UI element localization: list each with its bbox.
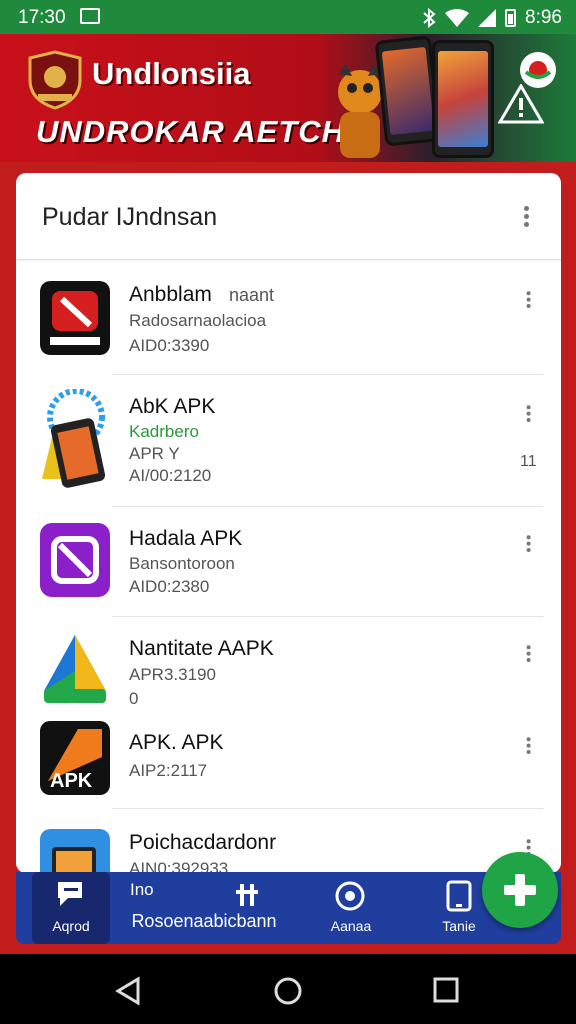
list-item[interactable]: Poichacdardonr AIN0:392933 [16, 809, 561, 873]
list-item[interactable]: Anbblam naant Radosarnaolacioa AID0:3390 [16, 259, 561, 375]
home-icon[interactable] [272, 975, 304, 1007]
signal-icon [478, 9, 497, 27]
svg-text:APK: APK [50, 770, 93, 792]
list-item[interactable]: AbK APK Kadrbero APR Y AI/00:2120 11 [16, 375, 561, 507]
flag-badge-icon [520, 52, 556, 88]
battery-icon [505, 9, 517, 27]
recents-icon[interactable] [432, 976, 460, 1004]
nav-item-aqrod[interactable]: Aqrod [32, 872, 110, 944]
nav-item-rosoena[interactable]: Ino Rosoenaabicbann [124, 872, 284, 944]
app-icon-hadala [40, 523, 110, 597]
banner-subtitle: UNDROKAR AETCH [36, 114, 346, 149]
nav-item-aanaa[interactable]: Aanaa [316, 872, 386, 944]
app-id: AI/00:2120 [129, 466, 212, 485]
status-time: 17:30 [18, 7, 66, 28]
app-name: APK. APK [129, 731, 224, 754]
target-icon [335, 881, 365, 911]
app-type: APR Y [129, 444, 180, 463]
nav-overlay-text: Ino [130, 880, 154, 899]
status-right-time: 8:96 [525, 7, 562, 28]
app-publisher: Bansontoroon [129, 554, 235, 573]
row-menu-icon[interactable] [526, 737, 532, 755]
app-name-suffix: naant [229, 285, 275, 305]
chat-icon [58, 882, 82, 906]
card-title: Pudar IJndnsan [42, 203, 218, 231]
list-item[interactable]: Hadala APK Bansontoroon AID0:2380 [16, 507, 561, 617]
app-publisher: Radosarnaolacioa [129, 311, 267, 330]
bluetooth-icon [423, 8, 436, 28]
app-publisher: Kadrbero [129, 422, 199, 441]
app-id: AID0:2380 [129, 577, 210, 596]
app-icon-abk [42, 389, 106, 488]
app-icon-apk: APK [40, 721, 110, 795]
nav-label: Rosoenaabicbann [131, 911, 277, 931]
list-item[interactable]: Nantitate AAPK APR3.3190 0 [16, 617, 561, 711]
app-name: Hadala APK [129, 527, 243, 550]
nav-label: Aanaa [330, 918, 372, 934]
row-menu-icon[interactable] [526, 645, 532, 663]
app-id: APR3.3190 [129, 665, 216, 684]
app-extra: 0 [129, 689, 139, 708]
app-icon-poichac [40, 829, 110, 873]
status-bar: 17:30 8:96 [0, 0, 576, 34]
crest-logo [28, 50, 82, 110]
app-id: AIP2:2117 [129, 761, 208, 780]
row-menu-icon[interactable] [526, 405, 532, 423]
app-name: Nantitate AAPK [129, 637, 274, 660]
app-id: AID0:3390 [129, 336, 210, 355]
header-banner: Undlonsiia UNDROKAR AETCH [0, 34, 576, 162]
card-menu-icon[interactable] [524, 206, 530, 228]
row-menu-icon[interactable] [526, 291, 532, 309]
row-menu-icon[interactable] [526, 535, 532, 553]
nav-label: Aqrod [52, 918, 90, 934]
app-icon-nantitate [44, 635, 106, 703]
nav-label: Tanie [442, 918, 476, 934]
list-item[interactable]: APK APK. APK AIP2:2117 [16, 711, 561, 809]
app-name: AbK APK [129, 395, 216, 418]
app-name: Anbblam [129, 283, 212, 306]
status-right-icons: 8:96 [422, 7, 562, 29]
app-id: AIN0:392933 [129, 859, 229, 873]
phone-graphic-right [432, 40, 494, 158]
back-icon[interactable] [114, 976, 144, 1006]
bottom-navigation: Aqrod Ino Rosoenaabicbann Aanaa Tanie [16, 872, 561, 944]
app-icon-anbblam [40, 281, 110, 355]
banner-title: Undlonsiia [92, 56, 251, 91]
tablet-icon [446, 880, 472, 912]
image-icon [80, 8, 100, 24]
card-header: Pudar IJndnsan [16, 173, 561, 260]
row-count: 11 [520, 453, 537, 470]
add-fab-button[interactable] [482, 852, 558, 928]
app-list-card: Pudar IJndnsan Anbblam naant Radosarnaol… [16, 173, 561, 873]
tune-icon [236, 884, 258, 906]
app-name: Poichacdardonr [129, 831, 277, 854]
wifi-icon [445, 9, 470, 27]
system-navigation-bar [0, 954, 576, 1024]
